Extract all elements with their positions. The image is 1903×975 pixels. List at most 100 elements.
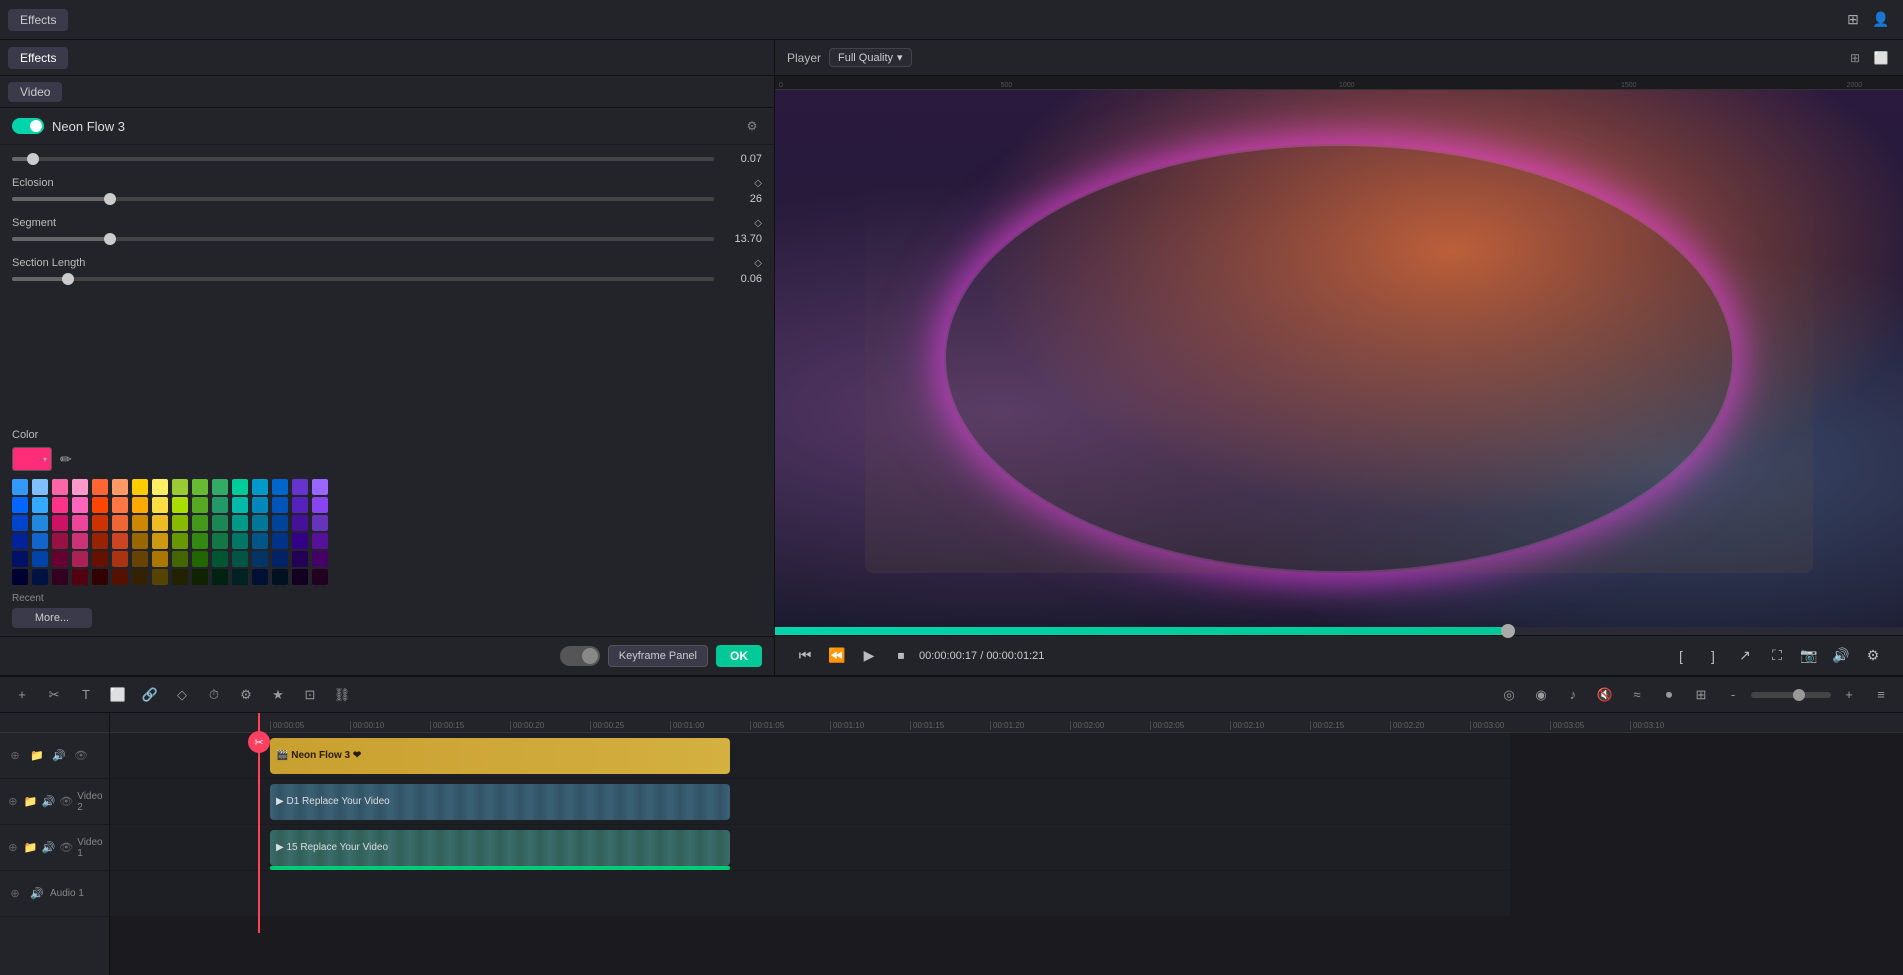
palette-color-50[interactable]: [52, 533, 68, 549]
palette-color-39[interactable]: [152, 515, 168, 531]
palette-color-14[interactable]: [292, 479, 308, 495]
v2-track-add-icon[interactable]: ⊕: [6, 793, 20, 811]
palette-color-60[interactable]: [252, 533, 268, 549]
palette-color-93[interactable]: [272, 569, 288, 585]
palette-color-6[interactable]: [132, 479, 148, 495]
zoom-thumb[interactable]: [1793, 689, 1805, 701]
tab-video[interactable]: Video: [8, 82, 62, 102]
settings-button[interactable]: ⚙: [1859, 642, 1887, 670]
crop-icon[interactable]: ⬜: [1871, 48, 1891, 68]
tl-menu-btn[interactable]: ≡: [1867, 681, 1895, 709]
tl-magnet-btn[interactable]: ◉: [1527, 681, 1555, 709]
palette-color-34[interactable]: [52, 515, 68, 531]
neon-track-audio-icon[interactable]: 🔊: [50, 747, 68, 765]
palette-color-59[interactable]: [232, 533, 248, 549]
tl-pip-btn[interactable]: ⊡: [296, 681, 324, 709]
palette-color-81[interactable]: [32, 569, 48, 585]
palette-color-8[interactable]: [172, 479, 188, 495]
section-length-keyframe-btn[interactable]: ◇: [754, 258, 762, 269]
palette-color-35[interactable]: [72, 515, 88, 531]
eclosion-slider-track[interactable]: [12, 197, 714, 201]
palette-color-25[interactable]: [192, 497, 208, 513]
v1-track-audio-icon[interactable]: 🔊: [42, 839, 56, 857]
palette-color-85[interactable]: [112, 569, 128, 585]
palette-color-91[interactable]: [232, 569, 248, 585]
palette-color-48[interactable]: [12, 533, 28, 549]
a1-track-add-icon[interactable]: ⊕: [6, 885, 24, 903]
tab-effects[interactable]: Effects: [8, 47, 68, 69]
tl-timer-btn[interactable]: ⏱: [200, 681, 228, 709]
palette-color-90[interactable]: [212, 569, 228, 585]
v1-track-folder-icon[interactable]: 📁: [24, 839, 38, 857]
section-length-slider-track[interactable]: [12, 277, 714, 281]
tl-pip2-btn[interactable]: ⊞: [1687, 681, 1715, 709]
palette-color-70[interactable]: [132, 551, 148, 567]
stop-button[interactable]: ⏹: [887, 642, 915, 670]
eyedropper-button[interactable]: ✏: [60, 451, 72, 468]
palette-color-4[interactable]: [92, 479, 108, 495]
palette-color-10[interactable]: [212, 479, 228, 495]
palette-color-0[interactable]: [12, 479, 28, 495]
palette-color-57[interactable]: [192, 533, 208, 549]
tl-zoom-in-btn[interactable]: +: [1835, 681, 1863, 709]
palette-color-87[interactable]: [152, 569, 168, 585]
profile-icon-btn[interactable]: 👤: [1867, 6, 1895, 34]
palette-color-63[interactable]: [312, 533, 328, 549]
v2-track-folder-icon[interactable]: 📁: [24, 793, 38, 811]
neon-track-add-icon[interactable]: ⊕: [6, 747, 24, 765]
palette-color-73[interactable]: [192, 551, 208, 567]
palette-color-54[interactable]: [132, 533, 148, 549]
ok-button[interactable]: OK: [716, 645, 762, 667]
tl-zoom-out-btn[interactable]: -: [1719, 681, 1747, 709]
v2-track-eye-icon[interactable]: 👁: [59, 793, 73, 811]
palette-color-23[interactable]: [152, 497, 168, 513]
palette-color-33[interactable]: [32, 515, 48, 531]
palette-color-47[interactable]: [312, 515, 328, 531]
palette-color-26[interactable]: [212, 497, 228, 513]
palette-color-7[interactable]: [152, 479, 168, 495]
palette-color-66[interactable]: [52, 551, 68, 567]
palette-color-75[interactable]: [232, 551, 248, 567]
palette-color-32[interactable]: [12, 515, 28, 531]
tl-crop-btn[interactable]: ⬜: [104, 681, 132, 709]
more-colors-button[interactable]: More...: [12, 608, 92, 628]
play-button[interactable]: ▶: [855, 642, 883, 670]
v1-track-eye-icon[interactable]: 👁: [59, 839, 73, 857]
palette-color-24[interactable]: [172, 497, 188, 513]
palette-color-42[interactable]: [212, 515, 228, 531]
clip-video1[interactable]: ▶ 15 Replace Your Video: [270, 830, 730, 866]
palette-color-37[interactable]: [112, 515, 128, 531]
zoom-slider[interactable]: [1751, 692, 1831, 698]
palette-color-52[interactable]: [92, 533, 108, 549]
tl-sticker-btn[interactable]: ★: [264, 681, 292, 709]
tl-audio-wave-btn[interactable]: ♪: [1559, 681, 1587, 709]
v1-track-add-icon[interactable]: ⊕: [6, 839, 20, 857]
palette-color-16[interactable]: [12, 497, 28, 513]
in-point-button[interactable]: [: [1667, 642, 1695, 670]
palette-color-58[interactable]: [212, 533, 228, 549]
grid-view-icon[interactable]: ⊞: [1845, 48, 1865, 68]
palette-color-38[interactable]: [132, 515, 148, 531]
palette-color-30[interactable]: [292, 497, 308, 513]
palette-color-64[interactable]: [12, 551, 28, 567]
palette-color-44[interactable]: [252, 515, 268, 531]
palette-color-76[interactable]: [252, 551, 268, 567]
palette-color-43[interactable]: [232, 515, 248, 531]
segment-slider-track[interactable]: [12, 237, 714, 241]
fullscreen-button[interactable]: ⛶: [1763, 642, 1791, 670]
eclosion-keyframe-btn[interactable]: ◇: [754, 178, 762, 189]
palette-color-95[interactable]: [312, 569, 328, 585]
palette-color-22[interactable]: [132, 497, 148, 513]
out-point-button[interactable]: ]: [1699, 642, 1727, 670]
palette-color-5[interactable]: [112, 479, 128, 495]
palette-color-15[interactable]: [312, 479, 328, 495]
palette-color-80[interactable]: [12, 569, 28, 585]
palette-color-18[interactable]: [52, 497, 68, 513]
palette-color-67[interactable]: [72, 551, 88, 567]
tl-snap-btn[interactable]: ◎: [1495, 681, 1523, 709]
palette-color-3[interactable]: [72, 479, 88, 495]
palette-color-83[interactable]: [72, 569, 88, 585]
palette-color-68[interactable]: [92, 551, 108, 567]
palette-color-41[interactable]: [192, 515, 208, 531]
tl-chain-btn[interactable]: ⛓: [328, 681, 356, 709]
